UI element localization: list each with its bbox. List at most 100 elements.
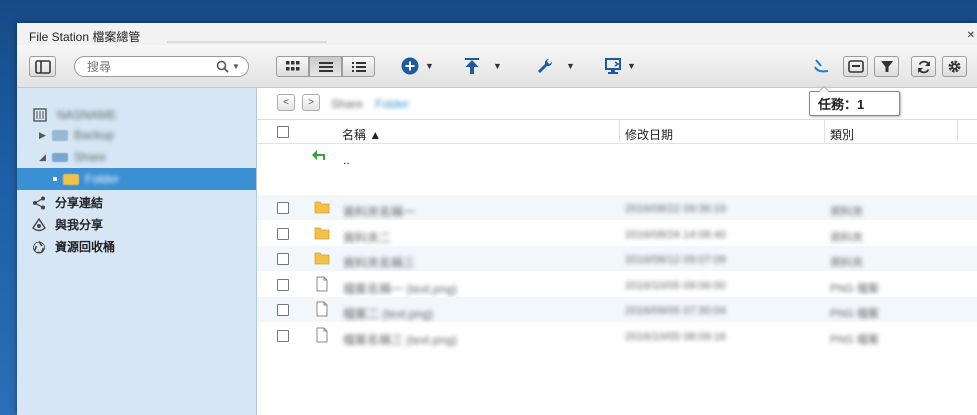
breadcrumb-segment[interactable]: Folder [375,97,409,111]
list-view-button[interactable] [309,56,342,77]
collapse-arrow-icon[interactable]: ◢ [39,152,46,163]
row-checkbox[interactable] [277,202,289,214]
tasks-tooltip: 任務：1 [809,86,900,116]
parent-directory-row[interactable]: .. [257,144,977,169]
title-bar: File Station 檔案總管 ✕ [17,23,977,46]
file-type: 資料夾 [830,206,863,218]
file-modified-date: 2016/10/05 08:09:16 [625,331,726,343]
column-header-name[interactable]: 名稱 ▲ [342,126,381,143]
sidebar-item-label: 與我分享 [55,218,104,232]
file-station-window: File Station 檔案總管 ✕ ▼ [17,23,977,415]
share-window-icon [847,60,864,73]
folder-icon [314,252,330,265]
background-tasks-button[interactable] [812,54,832,78]
file-type: PNG 檔案 [830,283,879,295]
wrench-icon [538,58,553,73]
refresh-button[interactable] [911,56,936,77]
row-checkbox[interactable] [277,279,289,291]
breadcrumb-segment[interactable]: Share [331,97,363,111]
window-title: File Station 檔案總管 [29,30,141,44]
parent-directory-label: .. [343,153,350,167]
folder-icon [63,173,79,185]
file-modified-date: 2016/09/05 07:30:04 [625,305,726,317]
column-divider[interactable] [824,120,825,142]
forward-button[interactable]: > [302,94,320,111]
search-options-chevron-icon[interactable]: ▼ [232,62,240,71]
tree-node-share[interactable]: ◢ Share [17,146,256,168]
sidebar-item-label: 資源回收桶 [55,240,116,254]
settings-button[interactable] [942,56,967,77]
file-type: 資料夾 [830,257,863,269]
sidebar-item-shared-with-me[interactable]: 與我分享 [31,216,103,233]
file-icon [316,276,328,292]
table-row[interactable]: 資料夾二 2016/08/24 14:08:40 資料夾 [257,221,977,246]
column-header-type[interactable]: 類別 [830,126,854,143]
detail-view-button[interactable] [342,56,375,77]
file-name: 資料夾名稱一 [343,205,416,219]
row-checkbox[interactable] [277,228,289,240]
back-button[interactable]: < [277,94,295,111]
remote-mount-menu-button[interactable]: ▼ [605,54,636,78]
row-checkbox[interactable] [277,304,289,316]
sidebar-item-label: 分享連結 [55,196,104,210]
tree-node-nas[interactable]: NASNAME [17,104,256,126]
recycle-bin-icon [31,240,47,254]
table-row[interactable]: 資料夾名稱三 2016/08/12 09:07:09 資料夾 [257,246,977,271]
tree-node-label: Folder [85,172,120,186]
table-row[interactable]: 檔案名稱一 (text.png) 2016/10/05 09:06:00 PNG 檔… [257,272,977,297]
tree-node-backup[interactable]: ▶ Backup [17,124,256,146]
thumbnail-view-button[interactable] [276,56,309,77]
file-modified-date: 2016/10/05 09:06:00 [625,280,726,292]
tree-node-folder-selected[interactable]: Folder [17,168,256,190]
chevron-down-icon: ▼ [627,61,636,71]
column-header-modified[interactable]: 修改日期 [625,126,673,143]
row-checkbox[interactable] [277,330,289,342]
tree-connector [53,177,57,181]
search-icon[interactable] [216,60,229,73]
column-divider[interactable] [619,120,620,142]
add-circle-icon [401,57,419,75]
table-row[interactable]: 檔案二 (text.png) 2016/09/05 07:30:04 PNG 檔案 [257,297,977,322]
tree-node-label: Backup [73,128,114,142]
shared-with-me-icon [31,217,47,232]
list-icon [318,61,333,72]
select-all-checkbox[interactable] [277,126,289,138]
column-divider[interactable] [957,120,958,142]
file-name: 檔案名稱三 (text.png) [343,333,458,347]
expand-arrow-icon[interactable]: ▶ [39,130,46,141]
create-menu-button[interactable]: ▼ [401,54,434,78]
chevron-down-icon: ▼ [425,61,434,71]
file-type: PNG 檔案 [830,334,879,346]
window-close-icon[interactable]: ✕ [967,30,975,41]
tooltip-text: 任務：1 [818,97,865,112]
file-name: 資料夾二 [343,231,392,245]
up-level-arrow-icon [312,150,325,160]
toolbar: ▼ [17,45,977,88]
monitor-icon [605,58,621,74]
share-link-icon [31,196,47,210]
sidebar-item-recycle-bin[interactable]: 資源回收桶 [31,238,115,255]
file-type: 資料夾 [830,232,863,244]
table-row[interactable]: 資料夾名稱一 2016/08/22 09:36:19 資料夾 [257,195,977,220]
search-box: ▼ [74,56,249,77]
filter-button[interactable] [874,56,899,77]
tree-node-label: NASNAME [57,108,117,122]
chevron-down-icon: ▼ [493,61,502,71]
gear-icon [948,60,961,73]
folder-tree-sidebar: NASNAME ▶ Backup ◢ Share Folder 分享連結 與我分… [17,88,257,415]
folder-icon [314,227,330,240]
upload-menu-button[interactable]: ▼ [463,54,502,78]
tools-menu-button[interactable]: ▼ [536,54,575,78]
file-modified-date: 2016/08/24 14:08:40 [625,229,726,241]
sidebar-item-share-links[interactable]: 分享連結 [31,194,103,211]
view-mode-group [276,56,375,77]
table-row[interactable]: 檔案名稱三 (text.png) 2016/10/05 08:09:16 PNG 檔… [257,323,977,348]
toggle-sidebar-button[interactable] [29,56,56,77]
row-checkbox[interactable] [277,253,289,265]
search-input[interactable] [87,59,207,74]
sharing-options-button[interactable] [843,56,868,77]
network-drive-icon [51,152,68,162]
file-modified-date: 2016/08/12 09:07:09 [625,254,726,266]
refresh-icon [917,60,930,73]
file-type: PNG 檔案 [830,308,879,320]
